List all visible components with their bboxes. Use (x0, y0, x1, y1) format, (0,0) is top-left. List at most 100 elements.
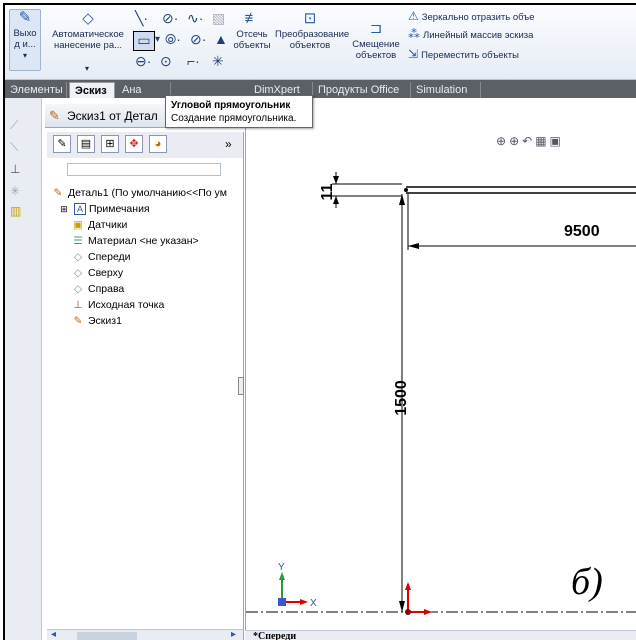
scrollbar-thumb[interactable] (77, 632, 137, 640)
offset-label: Смещение объектов (352, 39, 400, 61)
tab-evaluate[interactable]: Ана (117, 82, 171, 98)
display-manager-tab-icon[interactable]: ◕ (149, 135, 167, 153)
tree-item-label: Справа (88, 283, 125, 295)
scroll-left-icon[interactable]: ◂ (51, 629, 56, 640)
ellipse-tool-icon[interactable]: ⊘· (190, 31, 206, 47)
dimension-dropdown[interactable]: ▾ (77, 63, 97, 74)
tree-item-label: Примечания (89, 203, 150, 215)
tab-simulation[interactable]: Simulation (411, 82, 481, 98)
text-tool-icon[interactable]: ▲ (214, 31, 228, 47)
triad-x-label: X (310, 598, 317, 609)
exit-sketch-label: Выхо д и... (13, 28, 37, 50)
dimxpert-tab-icon[interactable]: ✥ (125, 135, 143, 153)
sketch-point[interactable] (404, 188, 408, 192)
dimension-1500[interactable]: 1500 (393, 380, 410, 416)
document-title: Эскиз1 от Детал (67, 109, 158, 123)
command-manager: ✎ Выхо д и... ▾ ◇ Автоматическое нанесен… (5, 5, 636, 80)
mirror-icon: ⚠ (408, 9, 419, 23)
tree-item-sensors[interactable]: ▣ Датчики (71, 218, 127, 232)
plane-tool-icon[interactable]: ▧ (212, 10, 225, 26)
trim-icon: ≢ (244, 10, 260, 27)
dimension-arrow (333, 176, 339, 184)
linear-pattern-button[interactable]: ⁂ Линейный массив эскиза (408, 27, 533, 41)
chevron-down-icon: ▾ (22, 51, 27, 60)
spline-tool-icon[interactable]: ∿· (187, 10, 203, 26)
tree-item-label: Эскиз1 (88, 315, 122, 327)
convert-entities-button[interactable]: ⊡ Преобразование объектов (275, 10, 349, 52)
tree-item-front-plane[interactable]: ◇ Спереди (71, 250, 131, 264)
origin-point[interactable] (405, 609, 411, 615)
tree-item-material[interactable]: ☰ Материал <не указан> (71, 234, 199, 248)
corner-rectangle-button[interactable]: ▭ (133, 31, 155, 51)
tree-item-part[interactable]: ✎ Деталь1 (По умолчанию<<По ум (51, 186, 227, 200)
tree-item-top-plane[interactable]: ◇ Сверху (71, 266, 123, 280)
tree-filter-input[interactable] (67, 163, 221, 176)
panel-horizontal-scrollbar[interactable]: ◂ ▸ (47, 629, 243, 640)
tree-item-origin[interactable]: ⊥ Исходная точка (71, 298, 164, 312)
move-label: Переместить объекты (421, 50, 519, 61)
point-tool-icon[interactable]: ✳ (10, 184, 20, 198)
dimension-9500[interactable]: 9500 (564, 223, 600, 240)
tooltip-description: Создание прямоугольника. (171, 113, 297, 124)
move-icon: ⇲ (408, 47, 419, 61)
linear-pattern-icon: ⁂ (408, 27, 420, 41)
tree-item-right-plane[interactable]: ◇ Справа (71, 282, 124, 296)
origin-icon[interactable]: ⊥ (10, 162, 20, 176)
scroll-right-icon[interactable]: ▸ (231, 629, 236, 640)
origin-icon: ⊥ (73, 299, 83, 311)
tab-office-products[interactable]: Продукты Office (313, 82, 411, 98)
dimension-11[interactable]: 11 (319, 183, 336, 200)
feature-manager-tab-icon[interactable]: ✎ (53, 135, 71, 153)
view-name-bar: *Спереди (245, 630, 636, 640)
triad-y-arrowhead (279, 572, 285, 580)
tree-item-sketch[interactable]: ✎ Эскиз1 (71, 314, 122, 328)
property-manager-tab-icon[interactable]: ▤ (77, 135, 95, 153)
dimension-icon: ◇ (82, 10, 94, 27)
tree-item-annotations[interactable]: ⊞ A Примечания (57, 202, 150, 216)
sensors-icon: ▣ (73, 219, 83, 231)
tab-sketch[interactable]: Эскиз (69, 82, 115, 98)
plane-icon: ◇ (73, 283, 83, 295)
tab-features[interactable]: Элементы (5, 82, 67, 98)
trim-entities-button[interactable]: ≢ Отсечь объекты (232, 10, 272, 52)
move-entities-button[interactable]: ⇲ Переместить объекты (408, 47, 519, 61)
polygon-tool-icon[interactable]: ⦾· (165, 31, 181, 47)
tree-item-label: Спереди (88, 251, 131, 263)
mirror-entities-button[interactable]: ⚠ Зеркально отразить объе (408, 9, 535, 23)
triad-x-arrowhead (300, 599, 308, 605)
line-tool-icon[interactable]: ⟍ (10, 140, 18, 155)
slot-tool-icon[interactable]: ⊖· (135, 53, 151, 69)
line-tool-icon[interactable]: ╲· (135, 10, 148, 26)
tooltip: Угловой прямоугольник Создание прямоугол… (165, 95, 313, 128)
plane-icon: ◇ (73, 267, 83, 279)
tree-item-label: Исходная точка (88, 299, 165, 311)
triad-y-label: Y (278, 562, 285, 573)
library-icon[interactable]: ▥ (10, 204, 21, 218)
circle-tool-icon[interactable]: ⊘· (162, 10, 178, 26)
origin-x-arrowhead (424, 609, 432, 615)
point-tool-icon[interactable]: ✳ (212, 53, 224, 69)
tree-item-label: Материал <не указан> (88, 235, 199, 247)
part-icon: ✎ (53, 187, 63, 199)
line-tool-icon[interactable]: ⟋ (10, 118, 18, 133)
chevron-down-icon: ▾ (84, 64, 89, 73)
graphics-area[interactable]: ⊕⊕↶▦▣ 11 1500 9500 б) Y X (245, 128, 636, 630)
configuration-manager-tab-icon[interactable]: ⊞ (101, 135, 119, 153)
fillet-tool-icon[interactable]: ⌐· (187, 53, 200, 69)
circle-tool-icon[interactable]: ⊙ (160, 53, 172, 69)
exit-sketch-button[interactable]: ✎ Выхо д и... ▾ (9, 9, 41, 71)
offset-icon: ⊐ (369, 20, 383, 37)
linear-pattern-label: Линейный массив эскиза (423, 30, 534, 41)
more-tabs-button[interactable]: » (225, 137, 232, 151)
convert-icon: ⊡ (303, 10, 317, 27)
expand-icon[interactable]: ⊞ (57, 202, 71, 216)
panel-splitter-handle[interactable] (238, 377, 244, 395)
smart-dimension-button[interactable]: ◇ Автоматическое нанесение ра... (45, 10, 131, 52)
chevron-down-icon[interactable]: ▾ (155, 32, 160, 48)
material-icon: ☰ (73, 235, 83, 247)
offset-entities-button[interactable]: ⊐ Смещение объектов (348, 20, 404, 62)
smart-dimension-label: Автоматическое нанесение ра... (52, 29, 124, 51)
app-window: ✎ Выхо д и... ▾ ◇ Автоматическое нанесен… (3, 3, 636, 640)
tree-item-label: Сверху (88, 267, 124, 279)
exit-sketch-icon: ✎ (18, 9, 32, 26)
